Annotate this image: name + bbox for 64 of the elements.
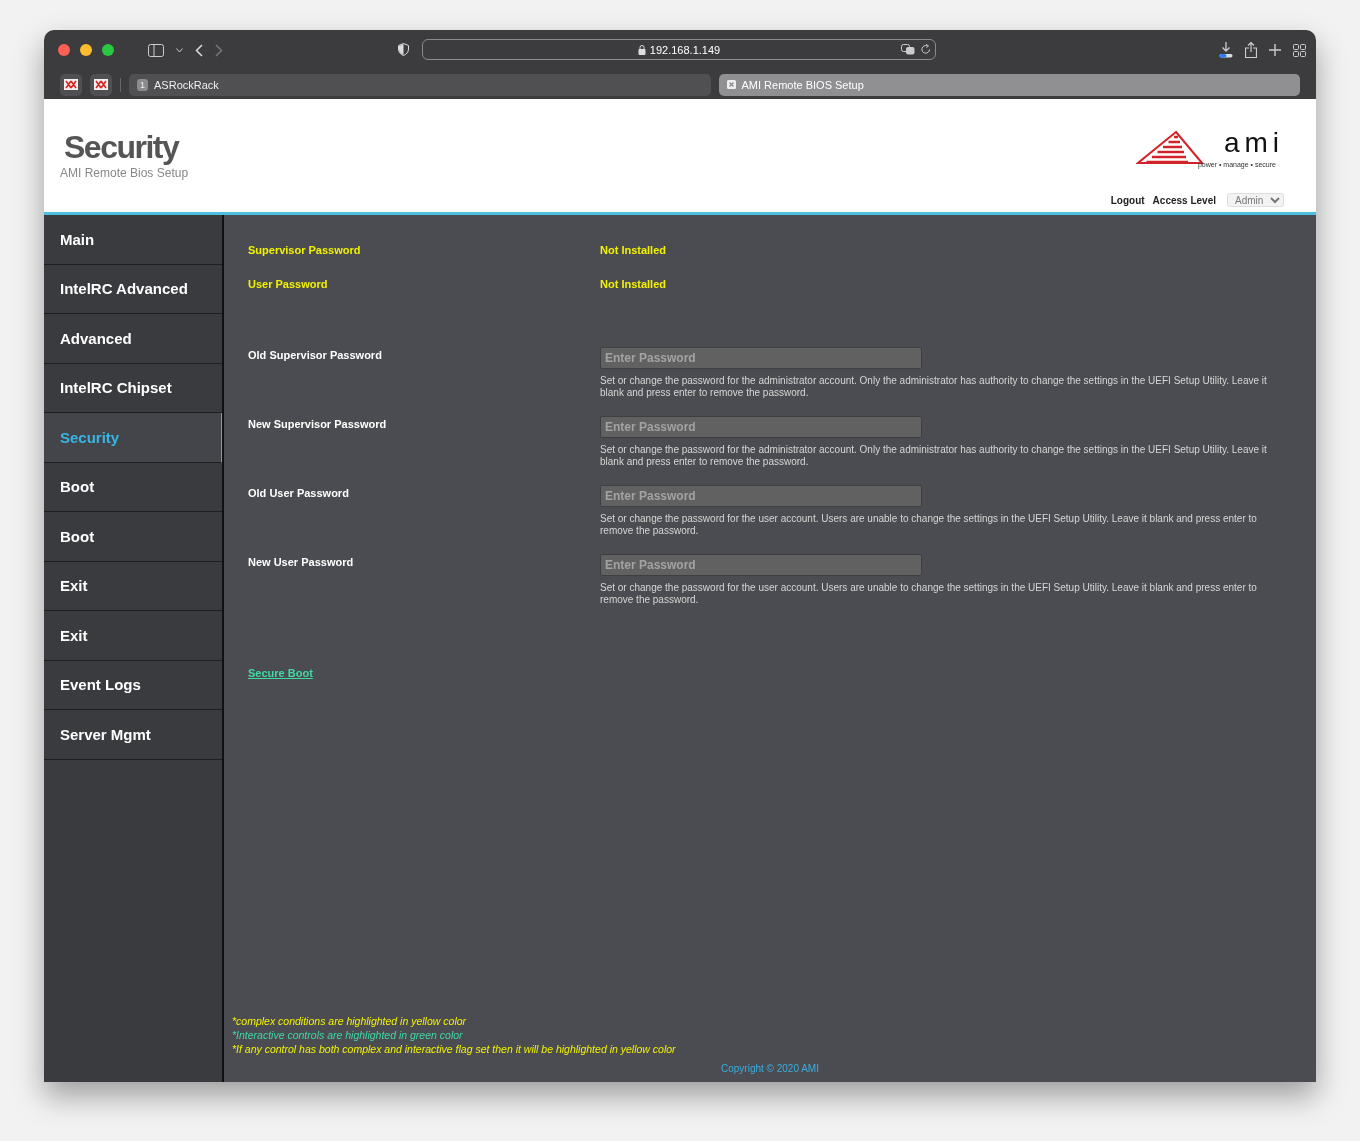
forward-icon[interactable] — [215, 43, 223, 57]
status-value: Not Installed — [600, 278, 667, 290]
download-icon[interactable] — [1219, 42, 1233, 58]
field-label: New Supervisor Password — [248, 417, 388, 432]
close-window-button[interactable] — [58, 44, 70, 56]
sidebar-menu-item[interactable]: Server Mgmt — [44, 710, 222, 760]
page-subtitle: AMI Remote Bios Setup — [60, 166, 189, 180]
tab-title: ASRockRack — [154, 78, 219, 91]
help-text: Set or change the password for the user account. Users are unable to change the settings in the UEFI Setup Utility. Leave it blank and press enter to remove the password. — [600, 582, 1258, 605]
help-text: Set or change the password for the administrator account. Only the administrator has authority to change the settings in the UEFI Setup Utility. Leave it blank and press enter to remove the password. — [600, 444, 1268, 467]
striped-pyramid-icon — [1136, 129, 1204, 165]
lock-icon — [637, 44, 646, 55]
sidebar-menu-item[interactable]: Exit — [44, 611, 222, 661]
legend-note: *complex conditions are highlighted in yellow color — [232, 1014, 468, 1028]
field-label: New User Password — [248, 555, 355, 570]
field-label: Old Supervisor Password — [248, 348, 383, 363]
crossed-logo-icon — [94, 79, 108, 90]
logout-link[interactable]: Logout — [1110, 194, 1145, 206]
sidebar-menu-item[interactable]: Event Logs — [44, 660, 222, 710]
sidebar-menu-item[interactable]: Exit — [44, 561, 222, 611]
browser-tab[interactable]: 1 ASRockRack — [129, 73, 711, 96]
password-field[interactable]: Enter Password — [600, 347, 922, 369]
address-bar[interactable]: 192.168.1.149 — [422, 39, 936, 60]
access-level-select[interactable]: Admin — [1227, 193, 1284, 207]
chevron-down-icon[interactable] — [176, 47, 183, 53]
tab-number: 1 — [137, 78, 148, 91]
zoom-window-button[interactable] — [102, 44, 114, 56]
back-icon[interactable] — [195, 43, 203, 57]
logo-wordmark: ami — [1223, 127, 1284, 159]
sidebar-icon[interactable] — [148, 43, 164, 57]
help-text: Set or change the password for the administrator account. Only the administrator has authority to change the settings in the UEFI Setup Utility. Leave it blank and press enter to remove the password. — [600, 375, 1268, 398]
secure-boot-link[interactable]: Secure Boot — [248, 667, 313, 679]
sidebar-menu-item[interactable]: Advanced — [44, 314, 222, 364]
tab-title: AMI Remote BIOS Setup — [741, 78, 864, 91]
reload-icon[interactable] — [921, 44, 931, 55]
shield-icon — [398, 43, 409, 56]
access-level-label: Access Level — [1152, 194, 1216, 206]
pinned-tab[interactable] — [60, 73, 82, 96]
sidebar-menu-item[interactable]: IntelRC Advanced — [44, 264, 222, 314]
pinned-tab[interactable] — [90, 73, 112, 96]
close-tab-icon[interactable] — [726, 80, 736, 89]
sidebar-menu-item[interactable]: Security — [44, 413, 222, 463]
copyright-text: Copyright © 2020 AMI — [720, 1063, 820, 1074]
help-text: Set or change the password for the user account. Users are unable to change the settings in the UEFI Setup Utility. Leave it blank and press enter to remove the password. — [600, 513, 1258, 536]
crossed-logo-icon — [64, 79, 78, 90]
share-icon[interactable] — [1245, 42, 1257, 58]
legend-note: *If any control has both complex and interactive flag set then it will be highlighted in yellow color — [232, 1042, 677, 1056]
field-label: Old User Password — [248, 486, 350, 501]
page-title: Security — [64, 129, 179, 166]
plus-icon[interactable] — [1269, 44, 1281, 56]
password-field[interactable]: Enter Password — [600, 416, 922, 438]
minimize-window-button[interactable] — [80, 44, 92, 56]
password-field[interactable]: Enter Password — [600, 554, 922, 576]
password-field[interactable]: Enter Password — [600, 485, 922, 507]
url-text: 192.168.1.149 — [649, 43, 721, 56]
sidebar-menu-item[interactable]: Boot — [44, 512, 222, 562]
status-label: User Password — [248, 278, 329, 290]
status-value: Not Installed — [600, 244, 667, 256]
sidebar-menu-item[interactable]: Main — [44, 215, 222, 265]
status-label: Supervisor Password — [248, 244, 362, 256]
sidebar-menu-item[interactable]: Boot — [44, 462, 222, 512]
tab-grid-icon[interactable] — [1293, 43, 1306, 57]
legend-note: *Interactive controls are highlighted in green color — [232, 1028, 464, 1042]
translate-icon[interactable] — [901, 44, 915, 55]
